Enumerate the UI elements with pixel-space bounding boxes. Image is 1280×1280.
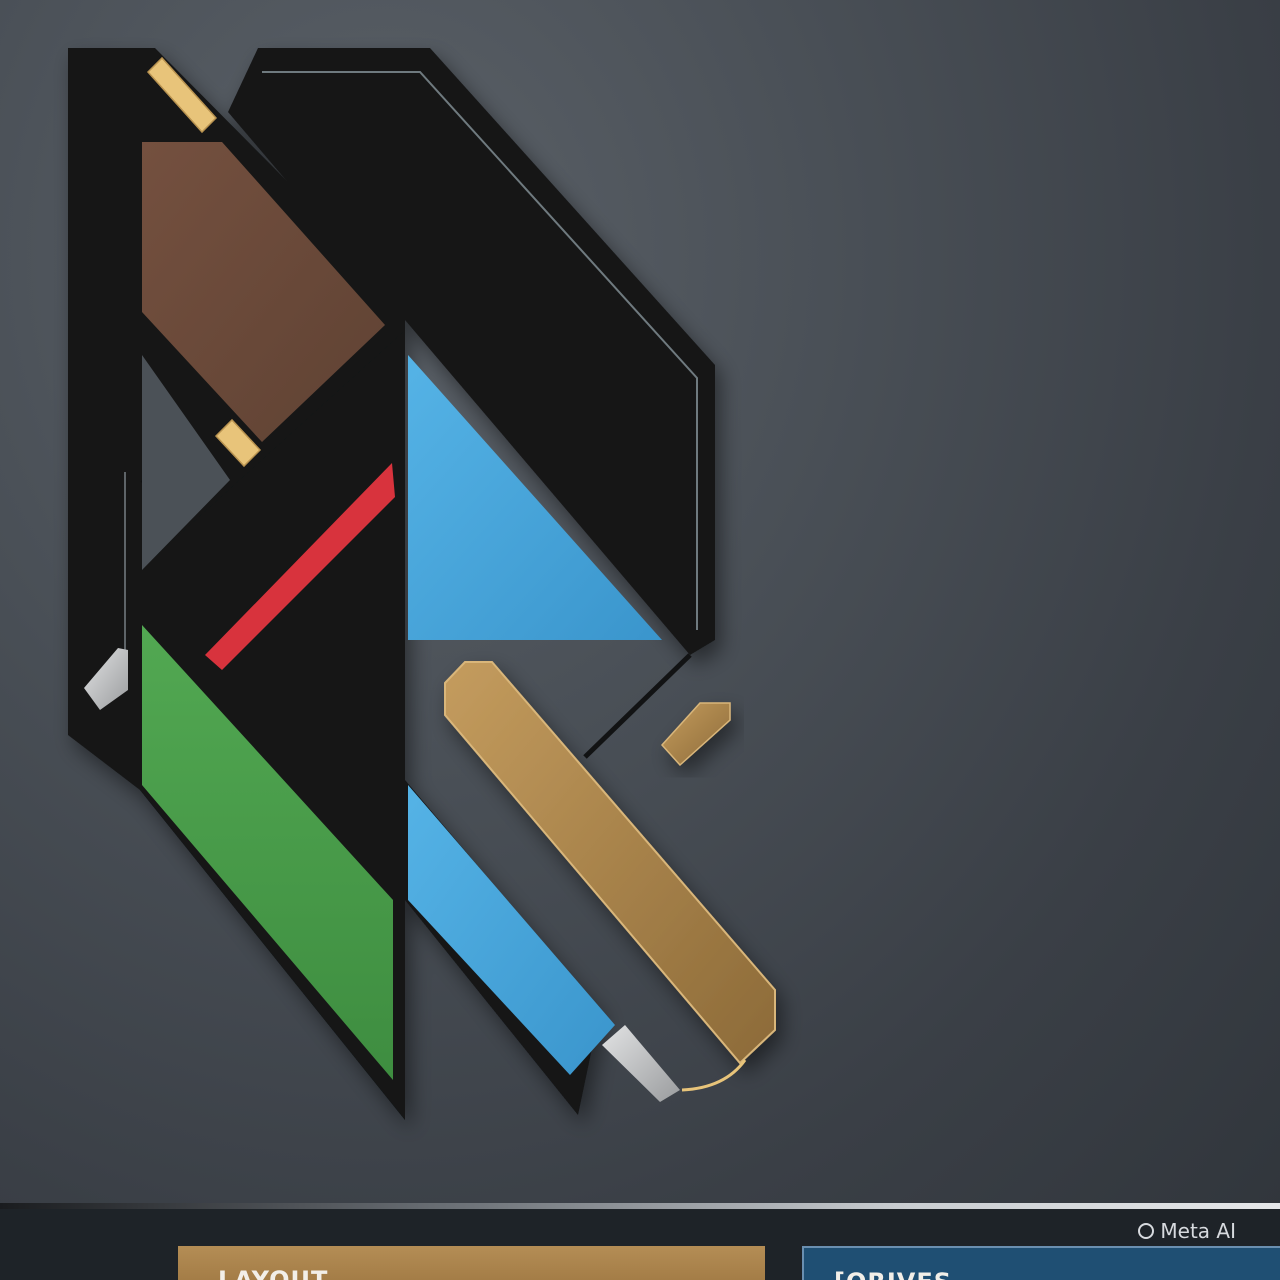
footer-strip: Meta AI LAYOUT [ORIVES xyxy=(0,1209,1280,1280)
blue-footer-panel: [ORIVES xyxy=(802,1246,1280,1280)
small-gold-chip xyxy=(660,702,731,767)
gold-footer-panel: LAYOUT xyxy=(178,1246,765,1280)
watermark: Meta AI xyxy=(1138,1219,1236,1243)
watermark-text: Meta AI xyxy=(1160,1219,1236,1243)
blue-panel-label: [ORIVES xyxy=(834,1268,952,1280)
silver-tab-bottom xyxy=(602,1025,680,1102)
gold-curve xyxy=(681,1059,747,1092)
gold-panel-label: LAYOUT xyxy=(218,1266,329,1280)
artwork-canvas: Meta AI LAYOUT [ORIVES xyxy=(0,0,1280,1280)
meta-ai-ring-icon xyxy=(1138,1223,1155,1239)
geometric-r-emblem xyxy=(68,48,776,1120)
